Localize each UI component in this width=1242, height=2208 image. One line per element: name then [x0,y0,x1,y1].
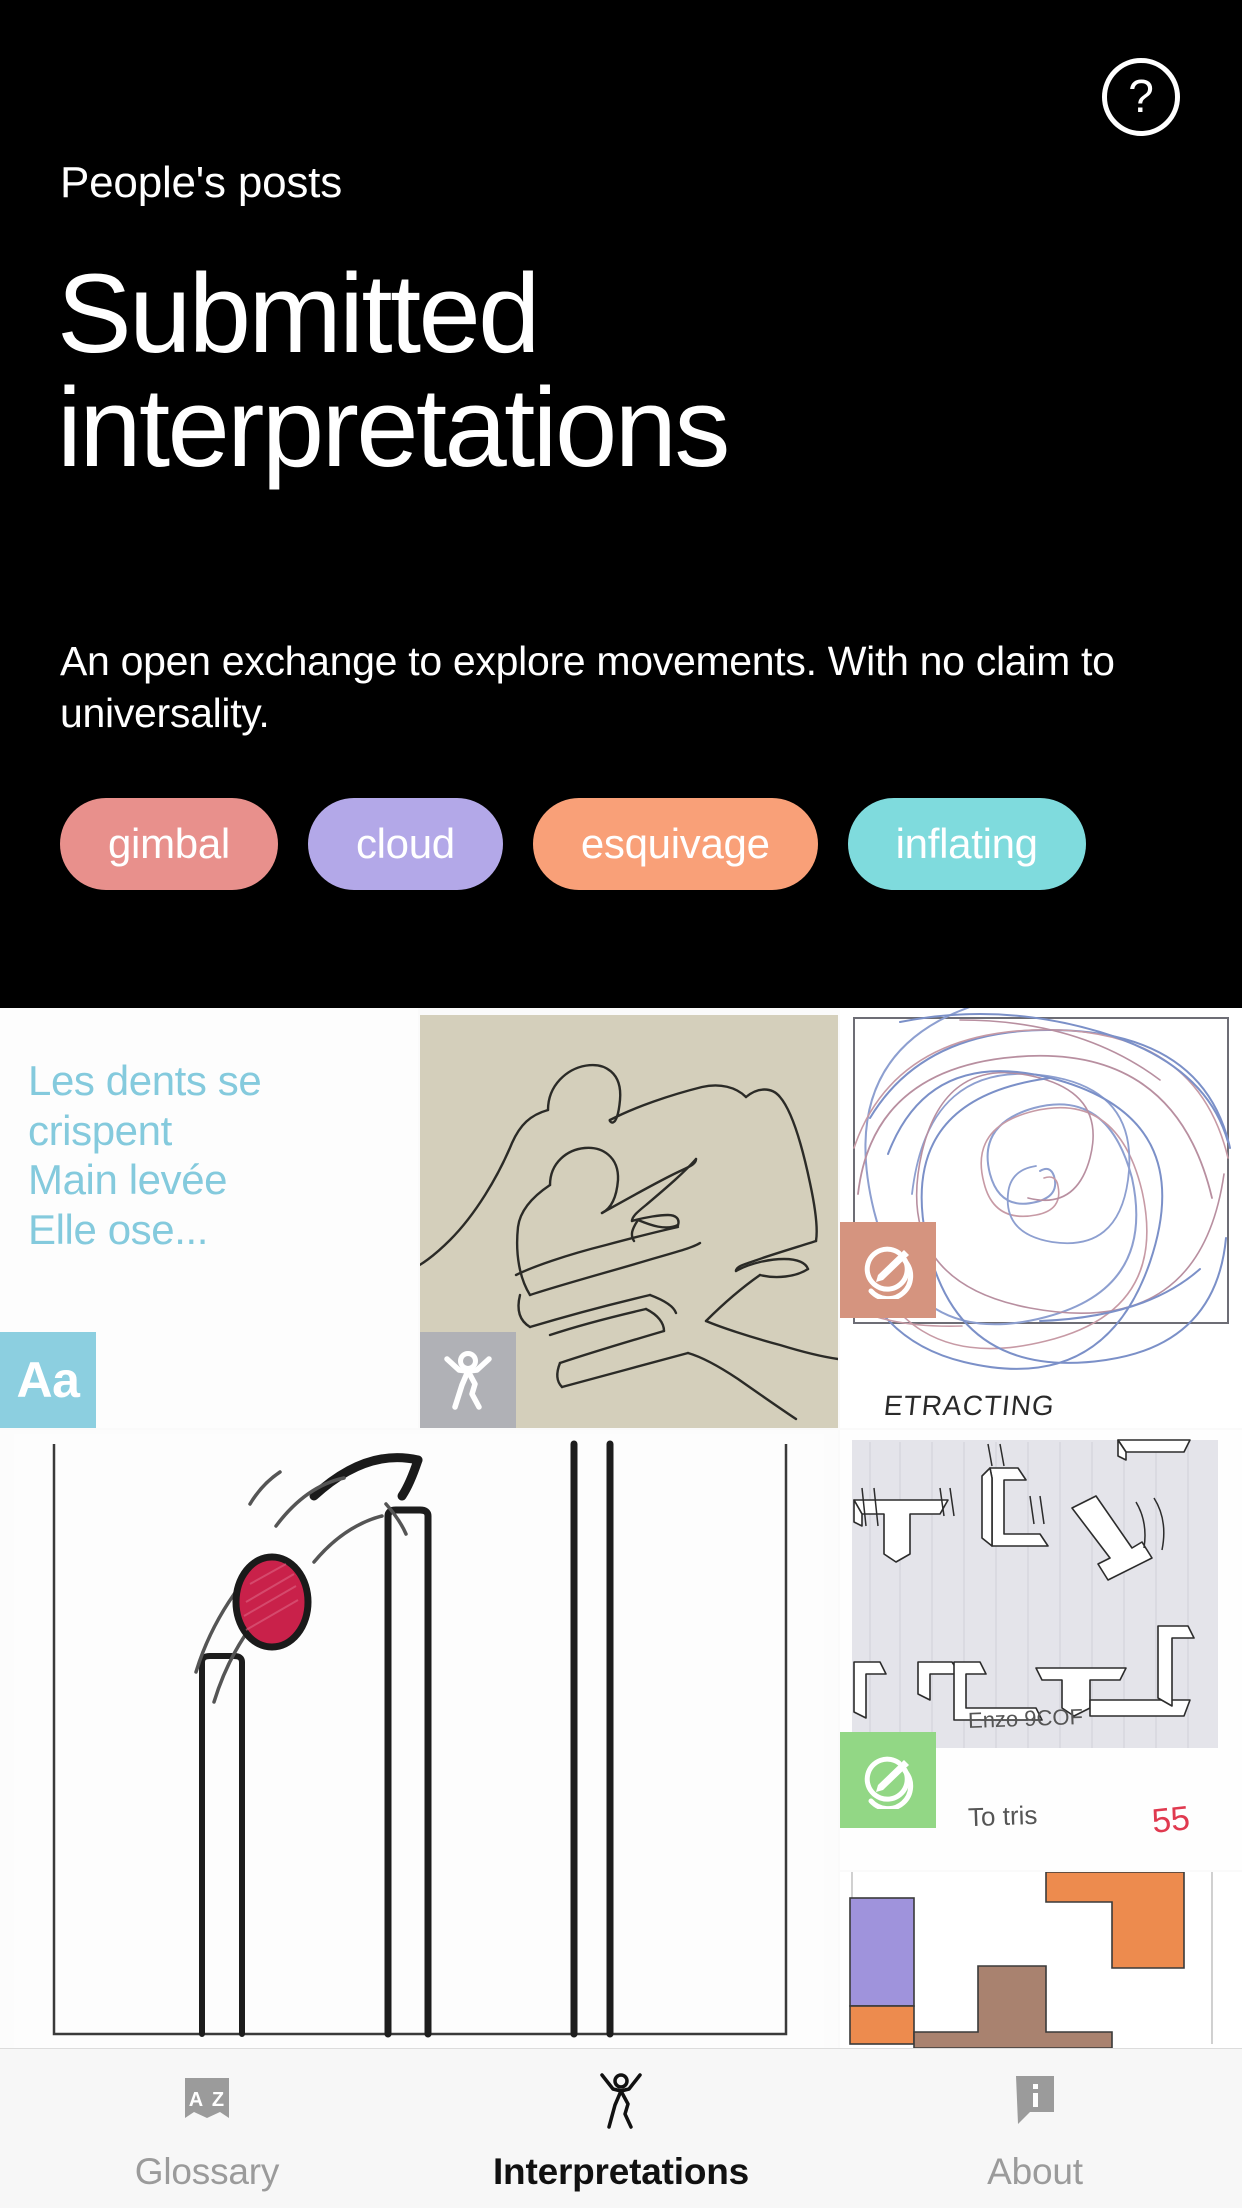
tag-pill-cloud[interactable]: cloud [307,798,503,890]
bottom-tab-bar[interactable]: A Z Glossary Interpretations About [0,2048,1242,2208]
post-text: Les dents se crispent Main levée Elle os… [28,1057,262,1253]
page-subtitle: An open exchange to explore movements. W… [60,638,1115,737]
az-book-icon: A Z [179,2071,235,2129]
question-mark-circle-icon: ? [1128,70,1154,122]
tag-pill-inflating[interactable]: inflating [847,798,1086,890]
drawing-note: To tris [967,1799,1038,1833]
tab-glossary-label: Glossary [134,2150,280,2192]
dancer-icon [420,1332,516,1428]
colored-blocks-image [840,1872,1242,2048]
svg-text:Z: Z [212,2089,224,2111]
grid-cell-colored-blocks[interactable] [840,1872,1242,2048]
drawing-icon [840,1222,936,1318]
drawing-icon [840,1732,936,1828]
grid-cell-blocks-drawing[interactable]: Enzo 9COF To tris 55 [840,1430,1242,1870]
page-title: Submitted interpretations [57,251,730,491]
page-header: ? People's posts Submitted interpretatio… [0,0,1242,1008]
interpretations-grid: Les dents se crispent Main levée Elle os… [0,1008,1242,2048]
info-bubble-icon [1010,2071,1060,2129]
grid-cell-text-post[interactable]: Les dents se crispent Main levée Elle os… [0,1008,418,1428]
drawing-caption: ETRACTING [882,1390,1057,1421]
drawing-mark: 55 [1150,1799,1192,1841]
drawing-signature: Enzo 9COF [967,1704,1084,1733]
tab-interpretations-label: Interpretations [492,2150,750,2192]
tab-about-label: About [987,2150,1083,2192]
pendulum-drawing-image [14,1434,824,2048]
text-icon: Aa [0,1332,96,1428]
grid-cell-spiral-drawing[interactable]: ETRACTING [840,1008,1242,1428]
grid-cell-pendulum-drawing[interactable] [0,1430,838,2048]
tag-pill-esquivage[interactable]: esquivage [532,798,818,890]
page-eyebrow: People's posts [60,158,342,207]
tab-about[interactable]: About [828,2049,1242,2208]
tab-interpretations[interactable]: Interpretations [414,2049,828,2208]
tag-pill-gimbal[interactable]: gimbal [60,798,278,890]
tag-filter-row[interactable]: gimbal cloud esquivage inflating [0,790,1242,898]
grid-cell-figure-drawing[interactable] [420,1008,838,1428]
spiral-drawing-image [840,1008,1242,1428]
help-button[interactable]: ? [1102,58,1180,136]
dancer-icon [597,2071,645,2129]
svg-text:A: A [189,2089,203,2111]
tab-glossary[interactable]: A Z Glossary [0,2049,414,2208]
